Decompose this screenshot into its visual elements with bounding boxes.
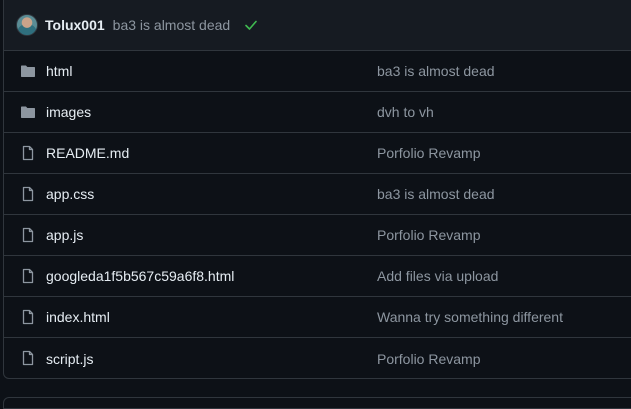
file-commit-message[interactable]: ba3 is almost dead bbox=[377, 186, 495, 202]
file-name-link[interactable]: script.js bbox=[46, 351, 93, 367]
file-row-html[interactable]: html ba3 is almost dead bbox=[4, 51, 631, 92]
file-commit-message[interactable]: Wanna try something different bbox=[377, 309, 563, 325]
file-commit-message[interactable]: ba3 is almost dead bbox=[377, 63, 495, 79]
file-name-link[interactable]: googleda1f5b567c59a6f8.html bbox=[46, 268, 234, 284]
file-icon bbox=[20, 227, 36, 243]
file-icon bbox=[20, 350, 36, 366]
file-name-link[interactable]: app.js bbox=[46, 227, 83, 243]
check-icon[interactable] bbox=[243, 17, 259, 33]
file-name-link[interactable]: index.html bbox=[46, 309, 110, 325]
file-icon bbox=[20, 145, 36, 161]
file-row-google-verification[interactable]: googleda1f5b567c59a6f8.html Add files vi… bbox=[4, 256, 631, 297]
repository-file-browser: Tolux001 ba3 is almost dead html ba3 is … bbox=[3, 0, 631, 379]
file-name-link[interactable]: images bbox=[46, 104, 91, 120]
file-name-link[interactable]: html bbox=[46, 63, 72, 79]
file-commit-message[interactable]: Add files via upload bbox=[377, 268, 498, 284]
file-row-images[interactable]: images dvh to vh bbox=[4, 92, 631, 133]
folder-icon bbox=[20, 63, 36, 79]
file-commit-message[interactable]: Porfolio Revamp bbox=[377, 351, 481, 367]
folder-icon bbox=[20, 104, 36, 120]
author-avatar[interactable] bbox=[16, 14, 38, 36]
file-name-link[interactable]: README.md bbox=[46, 145, 129, 161]
file-commit-message[interactable]: Porfolio Revamp bbox=[377, 145, 481, 161]
latest-commit-header: Tolux001 ba3 is almost dead bbox=[4, 0, 631, 51]
file-commit-message[interactable]: Porfolio Revamp bbox=[377, 227, 481, 243]
file-icon bbox=[20, 268, 36, 284]
file-row-app-js[interactable]: app.js Porfolio Revamp bbox=[4, 215, 631, 256]
file-row-script-js[interactable]: script.js Porfolio Revamp bbox=[4, 338, 631, 378]
file-list: html ba3 is almost dead images dvh to vh… bbox=[4, 51, 631, 378]
next-section-edge bbox=[3, 397, 631, 409]
file-name-link[interactable]: app.css bbox=[46, 186, 94, 202]
latest-commit-message[interactable]: ba3 is almost dead bbox=[113, 17, 231, 33]
commit-author[interactable]: Tolux001 bbox=[45, 17, 105, 33]
file-icon bbox=[20, 309, 36, 325]
file-row-app-css[interactable]: app.css ba3 is almost dead bbox=[4, 174, 631, 215]
file-row-readme[interactable]: README.md Porfolio Revamp bbox=[4, 133, 631, 174]
file-icon bbox=[20, 186, 36, 202]
file-row-index-html[interactable]: index.html Wanna try something different bbox=[4, 297, 631, 338]
file-commit-message[interactable]: dvh to vh bbox=[377, 104, 434, 120]
